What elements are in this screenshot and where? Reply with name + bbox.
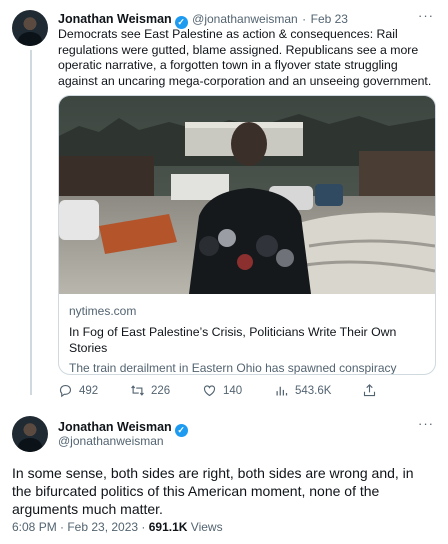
author-name[interactable]: Jonathan Weisman — [58, 12, 172, 26]
tweet-views-label: Views — [187, 520, 223, 534]
like-button[interactable]: 140 — [202, 383, 242, 398]
tweet-text: In some sense, both sides are right, bot… — [12, 465, 414, 517]
reply-button[interactable]: 492 — [58, 383, 98, 398]
card-domain: nytimes.com — [69, 304, 137, 318]
share-button[interactable] — [362, 383, 377, 398]
verified-icon: ✓ — [174, 424, 188, 437]
link-card[interactable]: nytimes.com In Fog of East Palestine’s C… — [58, 95, 436, 375]
retweet-count: 226 — [151, 384, 171, 397]
share-icon — [363, 384, 376, 397]
thread-line — [30, 50, 32, 395]
avatar[interactable] — [12, 10, 48, 46]
separator: · — [302, 12, 307, 26]
retweet-button[interactable]: 226 — [130, 383, 170, 398]
more-icon[interactable]: ··· — [418, 8, 434, 23]
more-icon[interactable]: ··· — [418, 416, 434, 431]
like-icon — [203, 385, 216, 397]
card-description: The train derailment in Eastern Ohio has… — [69, 361, 397, 375]
article-image — [59, 96, 435, 294]
avatar[interactable] — [12, 416, 48, 452]
tweet-text: Democrats see East Palestine as action &… — [58, 27, 432, 88]
tweet-views-count: 691.1K — [148, 520, 188, 534]
views-icon — [276, 386, 288, 396]
article-photo — [59, 96, 435, 294]
author-handle[interactable]: @jonathanweisman — [58, 434, 164, 448]
author-handle[interactable]: @jonathanweisman — [192, 12, 298, 26]
views-button[interactable]: 543.6K — [274, 383, 331, 398]
tweet-meta: 6:08 PM · Feb 23, 2023 · 691.1K Views — [12, 520, 223, 534]
card-title[interactable]: In Fog of East Palestine’s Crisis, Polit… — [69, 324, 427, 356]
reply-count: 492 — [79, 384, 99, 397]
reply-icon — [59, 384, 72, 398]
retweet-icon — [131, 385, 144, 396]
tweet-date[interactable]: Feb 23 — [311, 12, 348, 26]
like-count: 140 — [223, 384, 243, 397]
tweet-time[interactable]: 6:08 PM · Feb 23, 2023 · — [12, 520, 149, 534]
action-bar: 492 226 140 543.6K — [58, 383, 388, 401]
author-name[interactable]: Jonathan Weisman — [58, 420, 172, 434]
views-count: 543.6K — [295, 384, 332, 397]
